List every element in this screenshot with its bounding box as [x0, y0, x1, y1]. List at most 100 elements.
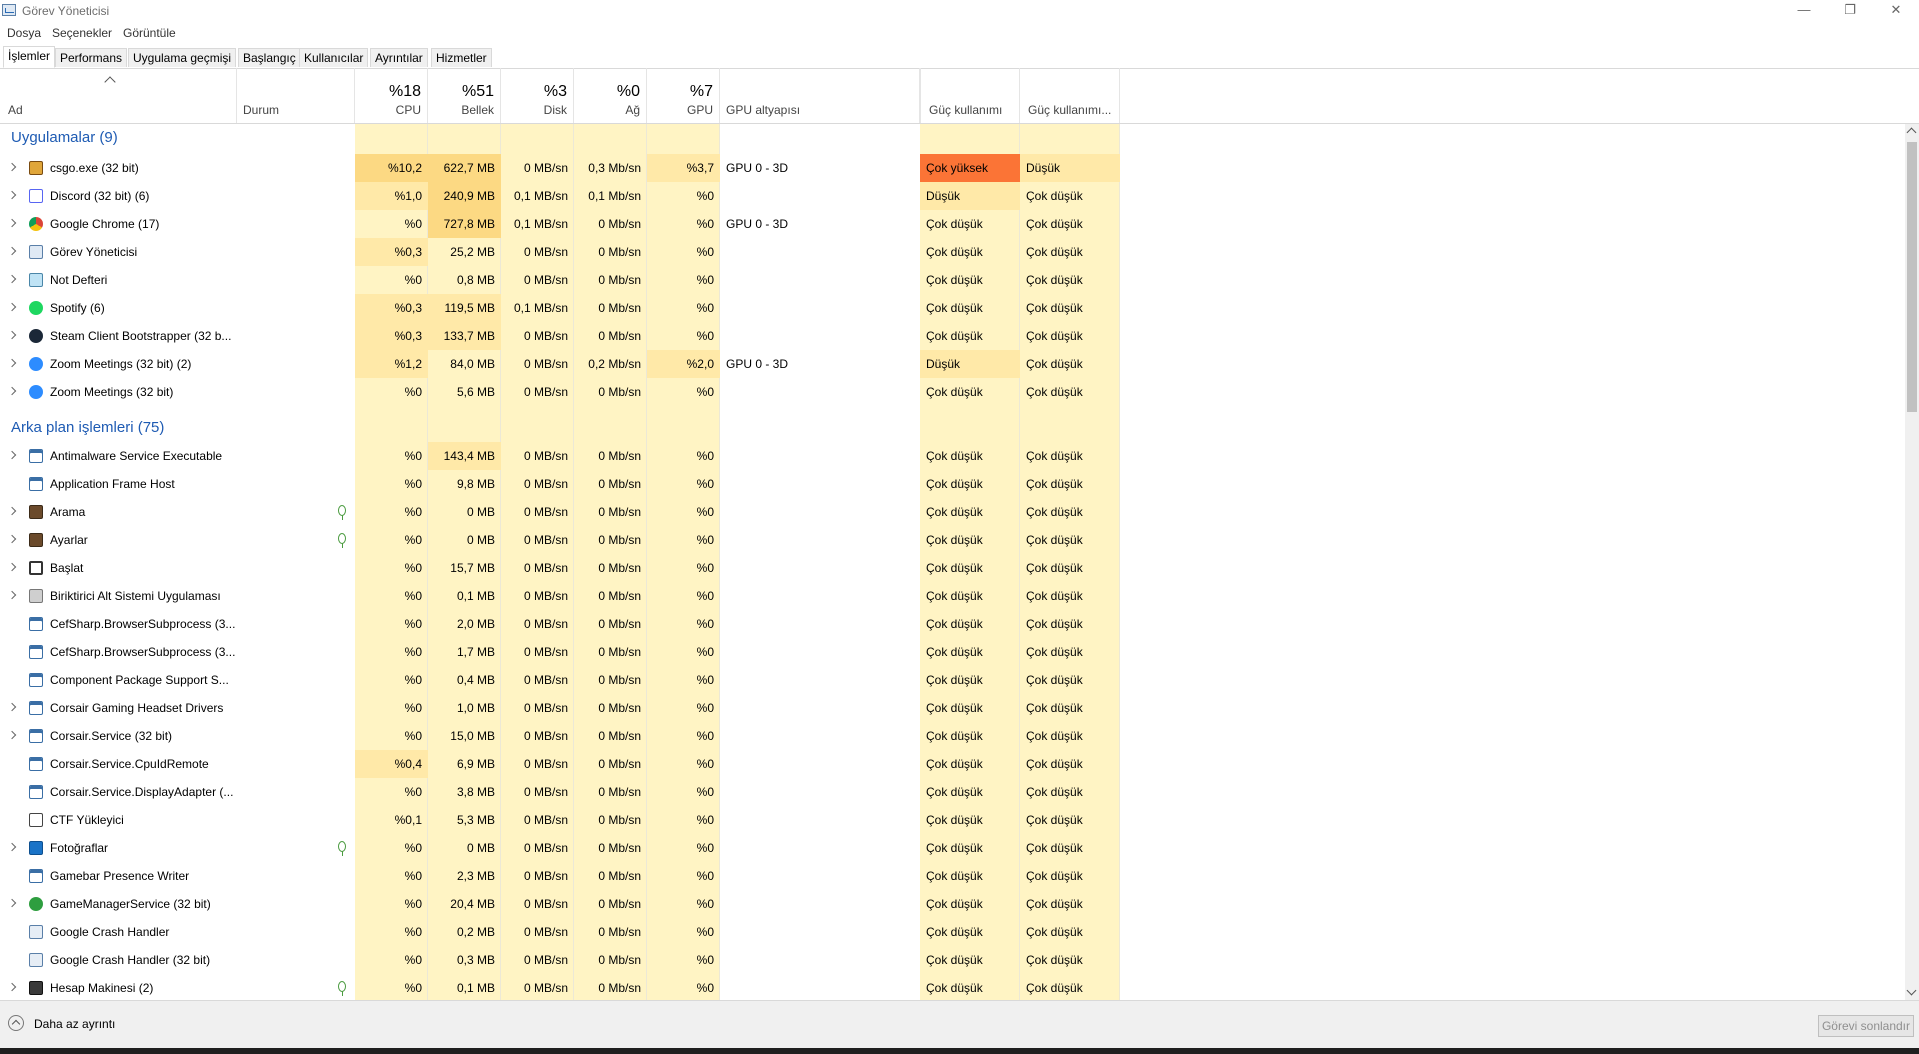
chevron-right-icon[interactable]: [7, 842, 17, 852]
engine-cell: [720, 722, 920, 750]
process-row[interactable]: Görev Yöneticisi %0,3 25,2 MB 0 MB/sn 0 Mb/s…: [0, 238, 1120, 266]
header-power-trend[interactable]: Güç kullanımı...: [1020, 68, 1120, 123]
header-status[interactable]: Durum: [236, 68, 355, 123]
chevron-right-icon[interactable]: [7, 274, 17, 284]
process-row[interactable]: Steam Client Bootstrapper (32 b... %0,3 13…: [0, 322, 1120, 350]
close-button[interactable]: ✕: [1873, 0, 1919, 22]
title-bar: Görev Yöneticisi — ❐ ✕: [0, 0, 1919, 22]
chevron-right-icon[interactable]: [7, 982, 17, 992]
process-row[interactable]: Hesap Makinesi (2) %0 0,1 MB 0 MB/sn 0 Mb/sn…: [0, 974, 1120, 1000]
chevron-right-icon[interactable]: [7, 534, 17, 544]
process-row[interactable]: Ayarlar %0 0 MB 0 MB/sn 0 Mb/sn %0 Çok düşük Ço…: [0, 526, 1120, 554]
menu-view[interactable]: Görüntüle: [123, 26, 176, 40]
chevron-right-icon[interactable]: [7, 246, 17, 256]
scrollbar-thumb[interactable]: [1907, 142, 1917, 412]
header-disk[interactable]: %3 Disk: [501, 68, 574, 123]
cpu-cell: %0: [404, 981, 422, 995]
chevron-right-icon[interactable]: [7, 218, 17, 228]
process-row[interactable]: Gamebar Presence Writer %0 2,3 MB 0 MB/sn 0 …: [0, 862, 1120, 890]
chevron-right-icon[interactable]: [7, 302, 17, 312]
mem-cell: 133,7 MB: [428, 322, 501, 350]
group-apps[interactable]: Uygulamalar (9): [0, 124, 1120, 152]
header-network[interactable]: %0 Ağ: [574, 68, 647, 123]
process-row[interactable]: Zoom Meetings (32 bit) (2) %1,2 84,0 MB 0 M…: [0, 350, 1120, 378]
process-row[interactable]: Spotify (6) %0,3 119,5 MB 0,1 MB/sn 0 Mb/sn%…: [0, 294, 1120, 322]
trend-cell: Çok düşük: [1026, 953, 1083, 967]
process-row[interactable]: Component Package Support S... %0 0,4 MB 0 …: [0, 666, 1120, 694]
process-row[interactable]: Zoom Meetings (32 bit) %0 5,6 MB 0 MB/sn 0 M…: [0, 378, 1120, 406]
process-row[interactable]: CefSharp.BrowserSubprocess (3... %0 2,0 MB…: [0, 610, 1120, 638]
process-row[interactable]: Corsair.Service.CpuIdRemote %0,4 6,9 MB 0 M…: [0, 750, 1120, 778]
group-background[interactable]: Arka plan işlemleri (75): [0, 414, 1120, 442]
process-row[interactable]: Corsair Gaming Headset Drivers %0 1,0 MB 0 …: [0, 694, 1120, 722]
scroll-down-icon[interactable]: [1906, 985, 1917, 996]
process-row[interactable]: Antimalware Service Executable %0 143,4 MB…: [0, 442, 1120, 470]
chevron-right-icon[interactable]: [7, 898, 17, 908]
chevron-right-icon[interactable]: [7, 386, 17, 396]
chevron-right-icon[interactable]: [7, 506, 17, 516]
mem-cell: 143,4 MB: [428, 442, 501, 470]
process-row[interactable]: Başlat %0 15,7 MB 0 MB/sn 0 Mb/sn %0 Çok düşük…: [0, 554, 1120, 582]
chevron-right-icon[interactable]: [7, 702, 17, 712]
header-gpu[interactable]: %7 GPU: [647, 68, 720, 123]
end-task-button[interactable]: Görevi sonlandır: [1818, 1015, 1914, 1037]
tab-details[interactable]: Ayrıntılar: [370, 48, 428, 67]
chevron-right-icon[interactable]: [7, 162, 17, 172]
restore-button[interactable]: ❐: [1827, 0, 1873, 22]
chevron-right-icon[interactable]: [7, 590, 17, 600]
chevron-up-circle-icon[interactable]: [8, 1015, 24, 1031]
tab-bar: İşlemler Performans Uygulama geçmişi Baş…: [0, 46, 1919, 69]
minimize-button[interactable]: —: [1781, 0, 1827, 22]
process-row[interactable]: Biriktirici Alt Sistemi Uygulaması %0 0,1 …: [0, 582, 1120, 610]
fewer-details-link[interactable]: Daha az ayrıntı: [34, 1017, 115, 1031]
scroll-up-icon[interactable]: [1906, 127, 1917, 138]
chevron-right-icon[interactable]: [7, 450, 17, 460]
tab-users[interactable]: Kullanıcılar: [299, 48, 369, 67]
process-row[interactable]: Google Chrome (17) %0 727,8 MB 0,1 MB/sn 0 M…: [0, 210, 1120, 238]
tab-startup[interactable]: Başlangıç: [238, 48, 301, 67]
net-cell: 0 Mb/sn: [598, 785, 641, 799]
process-row[interactable]: Application Frame Host %0 9,8 MB 0 MB/sn 0 M…: [0, 470, 1120, 498]
tab-performance[interactable]: Performans: [55, 48, 128, 67]
net-cell: 0 Mb/sn: [598, 953, 641, 967]
chevron-right-icon[interactable]: [7, 730, 17, 740]
process-row[interactable]: Corsair.Service.DisplayAdapter (... %0 3,8…: [0, 778, 1120, 806]
header-gpu-engine[interactable]: GPU altyapısı: [720, 68, 920, 123]
chevron-right-icon[interactable]: [7, 330, 17, 340]
power-cell: Çok düşük: [926, 757, 983, 771]
chevron-right-icon[interactable]: [7, 358, 17, 368]
tab-processes[interactable]: İşlemler: [3, 46, 56, 68]
vertical-scrollbar[interactable]: [1905, 124, 1919, 1000]
trend-cell: Çok düşük: [1026, 841, 1083, 855]
chevron-right-icon[interactable]: [7, 190, 17, 200]
header-memory[interactable]: %51 Bellek: [428, 68, 501, 123]
disk-cell: 0 MB/sn: [523, 161, 568, 175]
process-row[interactable]: Google Crash Handler %0 0,2 MB 0 MB/sn 0 Mb/…: [0, 918, 1120, 946]
menu-options[interactable]: Seçenekler: [52, 26, 112, 40]
process-row[interactable]: Discord (32 bit) (6) %1,0 240,9 MB 0,1 MB/s…: [0, 182, 1120, 210]
process-row[interactable]: Arama %0 0 MB 0 MB/sn 0 Mb/sn %0 Çok düşük Çok …: [0, 498, 1120, 526]
process-row[interactable]: GameManagerService (32 bit) %0 20,4 MB 0 MB…: [0, 890, 1120, 918]
tab-app-history[interactable]: Uygulama geçmişi: [128, 48, 237, 67]
process-row[interactable]: Corsair.Service (32 bit) %0 15,0 MB 0 MB/sn…: [0, 722, 1120, 750]
tab-services[interactable]: Hizmetler: [431, 48, 492, 67]
gpu-cell: %0: [696, 925, 714, 939]
crash-handler-icon: [29, 953, 43, 967]
header-power-usage[interactable]: Güç kullanımı: [920, 68, 1020, 123]
header-name[interactable]: Ad: [0, 68, 236, 123]
process-row[interactable]: Not Defteri %0 0,8 MB 0 MB/sn 0 Mb/sn %0 Çok d…: [0, 266, 1120, 294]
disk-cell: 0 MB/sn: [523, 449, 568, 463]
process-row[interactable]: CefSharp.BrowserSubprocess (3... %0 1,7 MB…: [0, 638, 1120, 666]
chevron-right-icon[interactable]: [7, 562, 17, 572]
menu-bar: Dosya Seçenekler Görüntüle: [0, 22, 1919, 42]
process-name: GameManagerService (32 bit): [50, 897, 211, 911]
gpu-cell: %0: [696, 273, 714, 287]
process-row[interactable]: csgo.exe (32 bit) %10,2 622,7 MB 0 MB/sn 0,3…: [0, 154, 1120, 182]
process-row[interactable]: CTF Yükleyici %0,1 5,3 MB 0 MB/sn 0 Mb/sn %0 Ç…: [0, 806, 1120, 834]
process-row[interactable]: Fotoğraflar %0 0 MB 0 MB/sn 0 Mb/sn %0 Çok düş…: [0, 834, 1120, 862]
process-row[interactable]: Google Crash Handler (32 bit) %0 0,3 MB 0 M…: [0, 946, 1120, 974]
cpu-cell: %0,4: [355, 750, 428, 778]
power-cell: Çok düşük: [926, 953, 983, 967]
menu-file[interactable]: Dosya: [7, 26, 41, 40]
header-cpu[interactable]: %18 CPU: [355, 68, 428, 123]
